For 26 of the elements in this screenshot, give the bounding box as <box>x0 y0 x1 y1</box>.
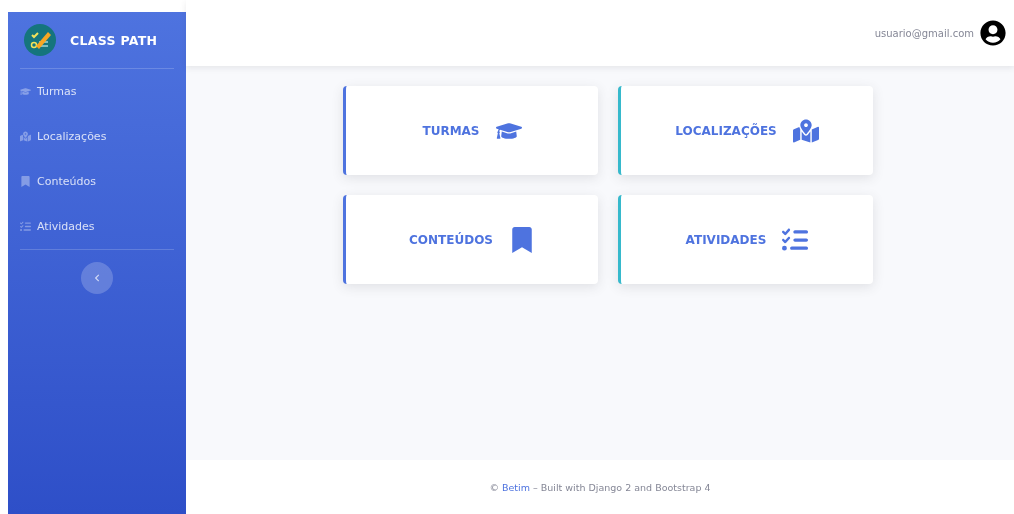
chevron-left-icon <box>93 274 101 282</box>
footer-link[interactable]: Betim <box>502 481 530 493</box>
dashboard-card[interactable]: CONTEÚDOS <box>343 195 598 284</box>
dashboard-card[interactable]: ATIVIDADES <box>618 195 873 284</box>
bookmark-icon <box>20 176 31 187</box>
checklist-icon <box>782 226 809 253</box>
sidebar-link[interactable]: Conteúdos <box>8 159 186 204</box>
footer-text: © Betim – Built with Django 2 and Bootstrap 4 <box>489 481 711 493</box>
card-title: TURMAS <box>422 123 480 138</box>
map-pin-icon <box>792 117 819 144</box>
bookmark-icon <box>509 226 535 253</box>
card-title: CONTEÚDOS <box>409 232 493 247</box>
sidebar-link[interactable]: Turmas <box>8 69 186 114</box>
sidebar-link[interactable]: Atividades <box>8 204 186 249</box>
graduation-cap-icon <box>20 86 31 97</box>
brand-name: CLASS PATH <box>70 32 158 48</box>
card-title: ATIVIDADES <box>685 232 767 247</box>
map-pin-icon <box>20 131 31 142</box>
card-title: LOCALIZAÇÕES <box>675 123 777 138</box>
user-avatar-icon[interactable] <box>980 20 1006 46</box>
dashboard-card[interactable]: LOCALIZAÇÕES <box>618 86 873 175</box>
user-email: usuario@gmail.com <box>874 27 974 39</box>
logo-icon <box>24 24 56 56</box>
checklist-icon <box>20 221 31 232</box>
sidebar-link[interactable]: Localizações <box>8 114 186 159</box>
dashboard-card[interactable]: TURMAS <box>343 86 598 175</box>
